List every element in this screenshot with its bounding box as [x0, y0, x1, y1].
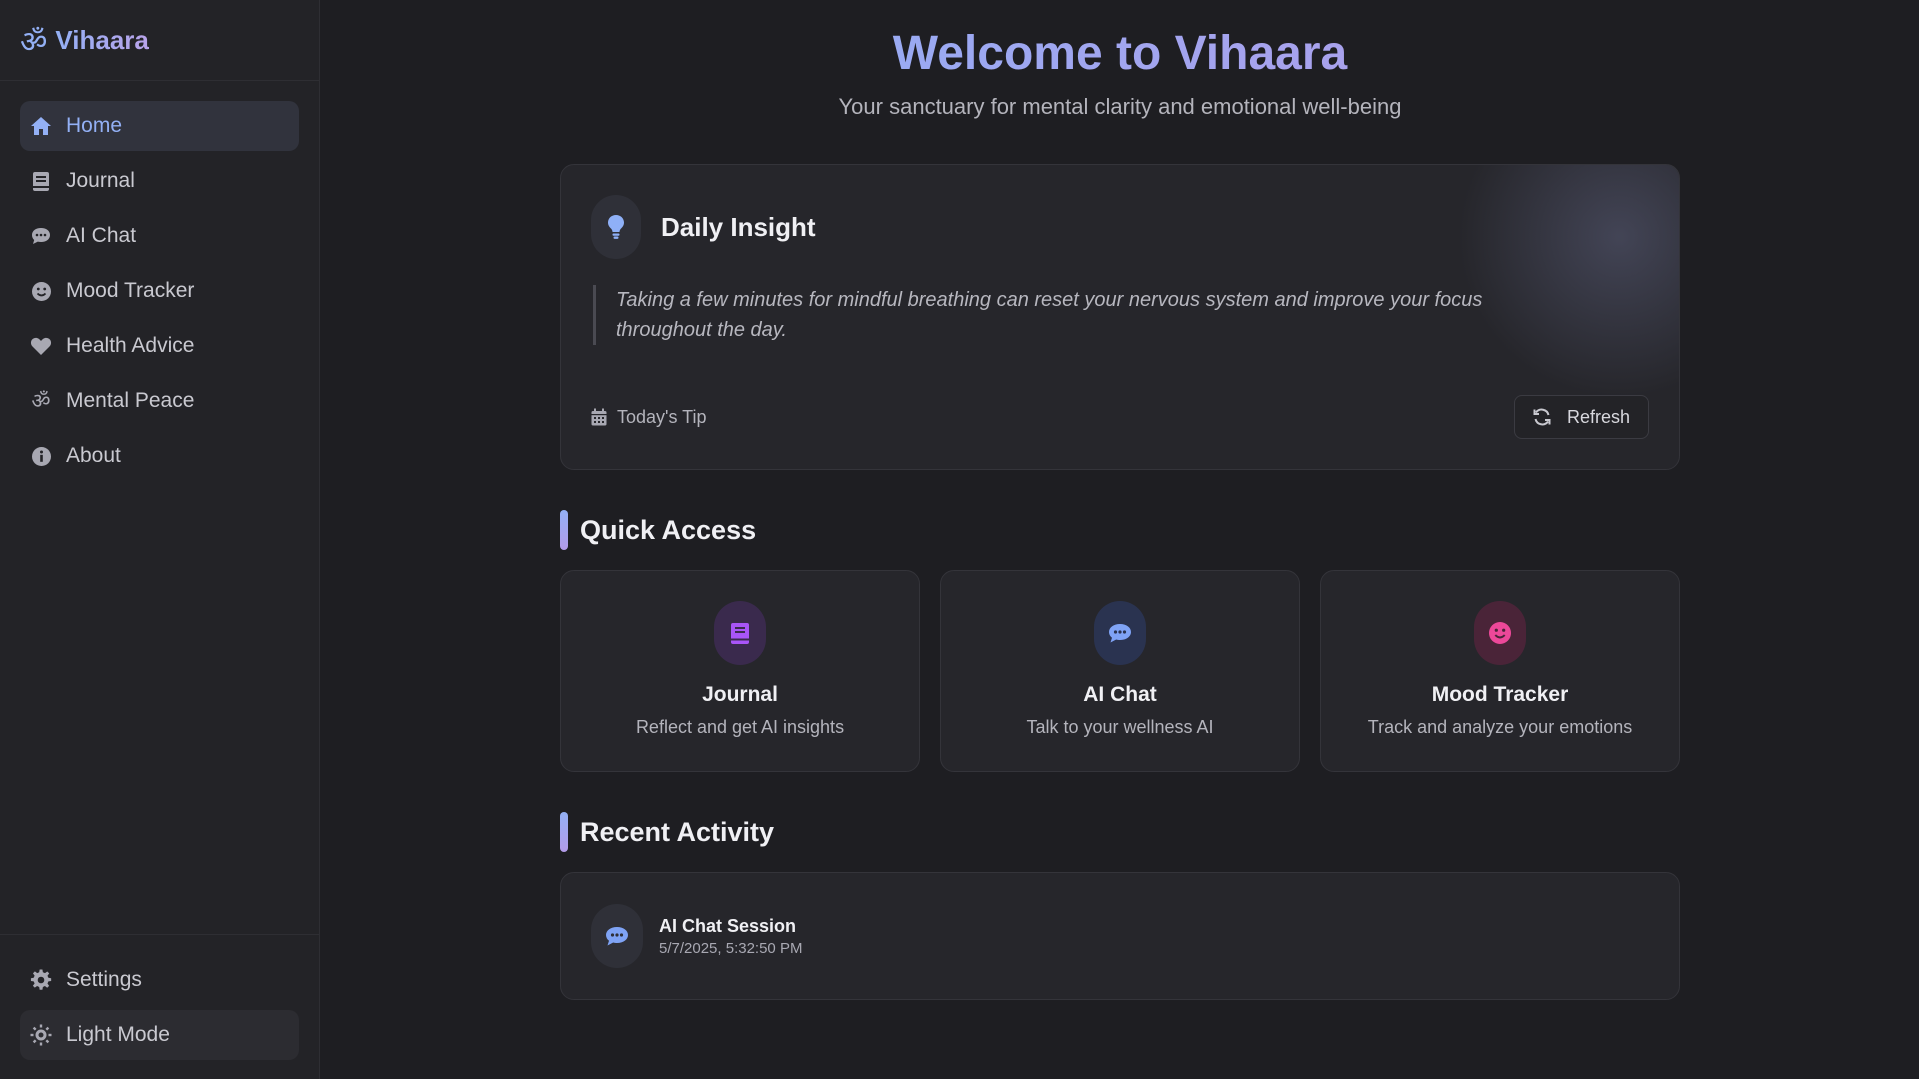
page-title: Welcome to Vihaara	[560, 26, 1680, 82]
smile-icon	[30, 280, 52, 302]
activity-timestamp: 5/7/2025, 5:32:50 PM	[659, 939, 803, 957]
smile-icon	[1474, 601, 1526, 665]
quick-access-title: Quick Access	[580, 514, 757, 545]
refresh-button[interactable]: Refresh	[1513, 395, 1649, 439]
sidebar-item-ai-chat[interactable]: AI Chat	[20, 211, 299, 261]
insight-title: Daily Insight	[661, 211, 816, 242]
recent-activity-heading: Recent Activity	[560, 812, 1680, 852]
quick-access-desc-journal: Reflect and get AI insights	[635, 717, 845, 737]
sidebar-item-label: Health Advice	[66, 334, 195, 357]
refresh-label: Refresh	[1566, 406, 1630, 427]
sidebar-item-label: Mental Peace	[66, 389, 195, 412]
quick-access-heading: Quick Access	[560, 510, 1680, 550]
sun-icon	[30, 1024, 52, 1046]
gear-icon	[30, 969, 52, 991]
sidebar-item-label: About	[66, 444, 121, 467]
om-icon: ॐ	[31, 389, 51, 413]
om-icon: ॐ	[20, 24, 48, 60]
quick-access-title-journal: Journal	[702, 683, 778, 706]
settings-label: Settings	[66, 968, 142, 991]
main-content: Welcome to Vihaara Your sanctuary for me…	[560, 0, 1680, 1000]
sidebar-item-mental-peace[interactable]: ॐ Mental Peace	[20, 376, 299, 426]
chat-icon	[591, 904, 643, 968]
section-accent-bar	[560, 812, 568, 852]
info-icon	[30, 445, 52, 467]
insight-footer: Today's Tip Refresh	[591, 395, 1649, 439]
section-accent-bar	[560, 510, 568, 550]
todays-tip: Today's Tip	[591, 407, 706, 428]
lightbulb-icon	[591, 195, 641, 259]
sidebar-item-label: Home	[66, 114, 123, 137]
sidebar-item-label: Mood Tracker	[66, 279, 195, 302]
sidebar-footer: Settings Light Mode	[0, 934, 319, 1079]
light-mode-label: Light Mode	[66, 1023, 170, 1046]
todays-tip-label: Today's Tip	[617, 406, 707, 427]
recent-activity-title: Recent Activity	[580, 816, 775, 847]
daily-insight-card: Daily Insight Taking a few minutes for m…	[560, 164, 1680, 470]
decorative-glow	[1439, 165, 1679, 405]
sidebar-item-label: AI Chat	[66, 224, 137, 247]
insight-quote: Taking a few minutes for mindful breathi…	[593, 285, 1553, 345]
quick-access-mood-tracker[interactable]: Mood Tracker Track and analyze your emot…	[1320, 570, 1680, 772]
brand-logo[interactable]: ॐ Vihaara	[0, 0, 319, 81]
quick-access-ai-chat[interactable]: AI Chat Talk to your wellness AI	[940, 570, 1300, 772]
quick-access-journal[interactable]: Journal Reflect and get AI insights	[560, 570, 920, 772]
activity-item[interactable]: AI Chat Session 5/7/2025, 5:32:50 PM	[560, 872, 1680, 1000]
sidebar-item-mood-tracker[interactable]: Mood Tracker	[20, 266, 299, 316]
page-subtitle: Your sanctuary for mental clarity and em…	[838, 94, 1402, 119]
light-mode-toggle[interactable]: Light Mode	[20, 1010, 299, 1060]
activity-title: AI Chat Session	[659, 915, 797, 936]
calendar-icon	[591, 408, 607, 426]
home-icon	[30, 115, 52, 137]
refresh-icon	[1533, 408, 1551, 426]
book-icon	[714, 601, 766, 665]
quick-access-grid: Journal Reflect and get AI insights AI C…	[560, 570, 1680, 772]
quick-access-desc-mood-tracker: Track and analyze your emotions	[1367, 717, 1633, 737]
sidebar-item-journal[interactable]: Journal	[20, 156, 299, 206]
sidebar-item-home[interactable]: Home	[20, 101, 299, 151]
heart-icon	[30, 335, 52, 357]
chat-icon	[1094, 601, 1146, 665]
quick-access-title-mood-tracker: Mood Tracker	[1431, 683, 1569, 706]
sidebar-item-about[interactable]: About	[20, 431, 299, 481]
quick-access-desc-ai-chat: Talk to your wellness AI	[1026, 717, 1214, 737]
settings-button[interactable]: Settings	[20, 955, 299, 1005]
chat-icon	[30, 225, 52, 247]
sidebar: ॐ Vihaara Home Journal AI Chat Mood Trac…	[0, 0, 320, 1079]
quick-access-title-ai-chat: AI Chat	[1083, 683, 1157, 706]
sidebar-item-health-advice[interactable]: Health Advice	[20, 321, 299, 371]
book-icon	[30, 170, 52, 192]
brand-name: Vihaara	[55, 24, 149, 55]
activity-text: AI Chat Session 5/7/2025, 5:32:50 PM	[659, 916, 802, 957]
sidebar-nav: Home Journal AI Chat Mood Tracker Health…	[0, 81, 319, 481]
sidebar-item-label: Journal	[66, 169, 135, 192]
